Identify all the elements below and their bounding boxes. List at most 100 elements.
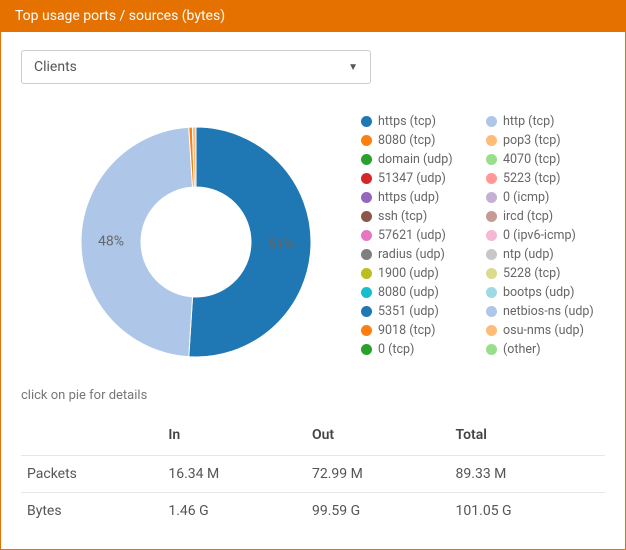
legend-swatch <box>486 192 497 203</box>
legend-swatch <box>486 230 497 241</box>
legend-swatch <box>361 268 372 279</box>
legend-swatch <box>361 249 372 260</box>
slice-percent-label: 51% <box>268 236 294 252</box>
legend-label: netbios-ns (udp) <box>503 304 594 319</box>
cell-in: 1.46 G <box>162 493 306 530</box>
legend-swatch <box>486 116 497 127</box>
legend-label: 0 (tcp) <box>378 342 414 357</box>
legend-item[interactable]: ssh (tcp) <box>361 209 480 224</box>
legend-label: 0 (icmp) <box>503 190 549 205</box>
view-select-value: Clients <box>34 59 77 75</box>
legend-item[interactable]: 9018 (tcp) <box>361 323 480 338</box>
panel: Top usage ports / sources (bytes) Client… <box>0 0 626 550</box>
cell-in: 16.34 M <box>162 456 306 493</box>
panel-header: Top usage ports / sources (bytes) <box>1 0 625 32</box>
legend-label: ircd (tcp) <box>503 209 553 224</box>
col-in: In <box>162 417 306 456</box>
legend-swatch <box>486 173 497 184</box>
legend-label: 5228 (tcp) <box>503 266 560 281</box>
legend-swatch <box>486 135 497 146</box>
legend-swatch <box>361 287 372 298</box>
legend-item[interactable]: 5223 (tcp) <box>486 171 605 186</box>
chart-hint: click on pie for details <box>21 388 605 403</box>
legend-label: 5351 (udp) <box>378 304 439 319</box>
legend-swatch <box>486 287 497 298</box>
legend-item[interactable]: 1900 (udp) <box>361 266 480 281</box>
col-blank <box>21 417 162 456</box>
col-out: Out <box>306 417 450 456</box>
table-row: Bytes1.46 G99.59 G101.05 G <box>21 493 605 530</box>
table-row: Packets16.34 M72.99 M89.33 M <box>21 456 605 493</box>
cell-label: Bytes <box>21 493 162 530</box>
legend-item[interactable]: ntp (udp) <box>486 247 605 262</box>
legend-swatch <box>361 116 372 127</box>
view-select[interactable]: Clients ▼ <box>21 50 371 84</box>
legend-item[interactable]: 57621 (udp) <box>361 228 480 243</box>
legend-label: 51347 (udp) <box>378 171 446 186</box>
legend-item[interactable]: 51347 (udp) <box>361 171 480 186</box>
legend-swatch <box>361 211 372 222</box>
legend-swatch <box>361 173 372 184</box>
legend-item[interactable]: (other) <box>486 342 605 357</box>
legend-item[interactable]: pop3 (tcp) <box>486 133 605 148</box>
cell-out: 99.59 G <box>306 493 450 530</box>
legend-item[interactable]: 0 (tcp) <box>361 342 480 357</box>
donut-chart[interactable]: 51%48% <box>51 112 331 372</box>
panel-body: Clients ▼ 51%48% https (tcp) http (tcp) 80… <box>1 32 625 549</box>
legend-swatch <box>486 325 497 336</box>
legend-label: 8080 (udp) <box>378 285 439 300</box>
legend-swatch <box>486 154 497 165</box>
legend-item[interactable]: ircd (tcp) <box>486 209 605 224</box>
legend-item[interactable]: 5351 (udp) <box>361 304 480 319</box>
legend-swatch <box>486 211 497 222</box>
legend-label: 1900 (udp) <box>378 266 439 281</box>
legend-swatch <box>486 268 497 279</box>
legend-swatch <box>361 306 372 317</box>
legend-label: pop3 (tcp) <box>503 133 561 148</box>
legend-label: osu-nms (udp) <box>503 323 584 338</box>
legend-label: 4070 (tcp) <box>503 152 560 167</box>
legend-item[interactable]: https (tcp) <box>361 114 480 129</box>
legend-item[interactable]: 0 (icmp) <box>486 190 605 205</box>
legend-label: 5223 (tcp) <box>503 171 560 186</box>
legend-item[interactable]: 8080 (udp) <box>361 285 480 300</box>
legend-item[interactable]: http (tcp) <box>486 114 605 129</box>
cell-total: 101.05 G <box>450 493 605 530</box>
legend-label: domain (udp) <box>378 152 453 167</box>
legend-label: radius (udp) <box>378 247 445 262</box>
table-header-row: In Out Total <box>21 417 605 456</box>
legend-item[interactable]: 5228 (tcp) <box>486 266 605 281</box>
cell-label: Packets <box>21 456 162 493</box>
legend-label: https (udp) <box>378 190 439 205</box>
legend-swatch <box>361 154 372 165</box>
legend-item[interactable]: netbios-ns (udp) <box>486 304 605 319</box>
legend-label: 9018 (tcp) <box>378 323 435 338</box>
legend-label: (other) <box>503 342 541 357</box>
legend-label: 57621 (udp) <box>378 228 446 243</box>
legend: https (tcp) http (tcp) 8080 (tcp) pop3 (tcp… <box>361 112 605 372</box>
legend-item[interactable]: https (udp) <box>361 190 480 205</box>
legend-label: ntp (udp) <box>503 247 554 262</box>
legend-swatch <box>361 344 372 355</box>
legend-item[interactable]: radius (udp) <box>361 247 480 262</box>
legend-item[interactable]: domain (udp) <box>361 152 480 167</box>
legend-label: https (tcp) <box>378 114 436 129</box>
legend-item[interactable]: osu-nms (udp) <box>486 323 605 338</box>
legend-item[interactable]: bootps (udp) <box>486 285 605 300</box>
legend-swatch <box>486 306 497 317</box>
legend-label: http (tcp) <box>503 114 554 129</box>
legend-swatch <box>486 344 497 355</box>
cell-total: 89.33 M <box>450 456 605 493</box>
panel-title: Top usage ports / sources (bytes) <box>15 8 225 24</box>
chevron-down-icon: ▼ <box>348 62 358 73</box>
legend-swatch <box>361 135 372 146</box>
legend-swatch <box>361 325 372 336</box>
col-total: Total <box>450 417 605 456</box>
legend-label: ssh (tcp) <box>378 209 427 224</box>
legend-swatch <box>361 230 372 241</box>
legend-swatch <box>486 249 497 260</box>
legend-swatch <box>361 192 372 203</box>
legend-item[interactable]: 0 (ipv6-icmp) <box>486 228 605 243</box>
legend-item[interactable]: 4070 (tcp) <box>486 152 605 167</box>
legend-item[interactable]: 8080 (tcp) <box>361 133 480 148</box>
